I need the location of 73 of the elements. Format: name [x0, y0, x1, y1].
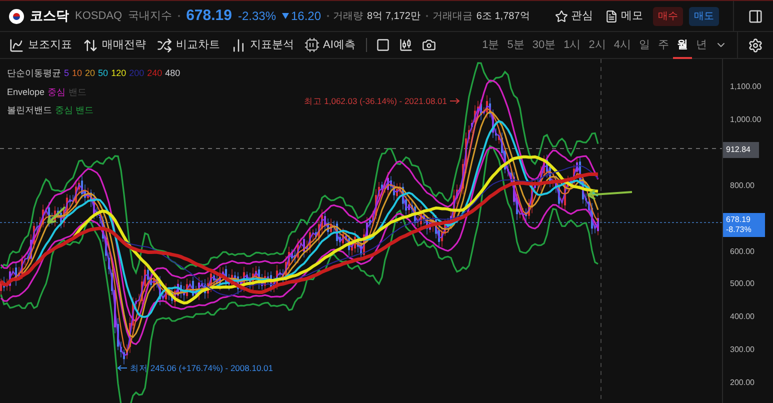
- axis-label: 400.00: [730, 311, 754, 324]
- legend-item: 240: [147, 67, 162, 80]
- star-icon: [555, 10, 568, 22]
- interval-tab[interactable]: 2시: [584, 32, 610, 58]
- toolbar-button[interactable]: 매매전략: [83, 36, 146, 54]
- legend-title: Envelope: [7, 86, 45, 99]
- interval-tab[interactable]: 1분: [478, 32, 504, 58]
- interval-tab[interactable]: 30분: [528, 32, 560, 58]
- toolbar-button[interactable]: 지표분석: [231, 36, 294, 54]
- watch-button[interactable]: 관심: [555, 8, 593, 24]
- legend-item: 200: [129, 67, 144, 80]
- legend-item: 중심: [48, 86, 66, 98]
- memo-icon: [605, 10, 618, 22]
- interval-tab[interactable]: 일: [635, 32, 654, 58]
- interval-tab[interactable]: 월: [673, 32, 692, 58]
- last-price: 678.19: [726, 215, 752, 225]
- settings-icon[interactable]: [748, 38, 763, 52]
- axis-label: 300.00: [730, 344, 754, 356]
- toolbar-button[interactable]: 비교차트: [157, 36, 220, 54]
- axis-label: 600.00: [730, 246, 754, 258]
- chip-icon: [305, 38, 319, 52]
- legend-item: 중심 밴드: [55, 104, 94, 117]
- legend-item: 480: [165, 67, 180, 80]
- pointer-arrow: [47, 206, 66, 224]
- axis-label: 800.00: [730, 180, 754, 192]
- side-panel-icon[interactable]: [748, 8, 763, 24]
- legend-item: 밴드: [68, 86, 87, 98]
- buy-button[interactable]: 매수: [653, 6, 683, 26]
- crossing-arrows-icon: [157, 38, 172, 52]
- interval-tab[interactable]: 주: [654, 32, 673, 58]
- index-code: KOSDAQ: [75, 8, 122, 24]
- low-annotation: 최저 245.06 (+176.74%) - 2008.10.01: [130, 362, 273, 375]
- pointer-arrow: [587, 189, 633, 200]
- legend-item: 50: [98, 67, 108, 80]
- legend-item: 5: [64, 67, 70, 80]
- axis-label: 500.00: [730, 278, 754, 290]
- change-percent: -2.33%: [238, 8, 276, 25]
- camera-icon[interactable]: [422, 38, 436, 52]
- stat-value: 6조 1,787억: [476, 10, 530, 24]
- toolbar-button[interactable]: AI예측: [305, 36, 356, 54]
- right-arrow-icon: [450, 98, 460, 104]
- toolbar-button[interactable]: 보조지표: [9, 36, 72, 54]
- axis-label: 1,100.00: [730, 81, 762, 93]
- market-label: 국내지수: [128, 8, 172, 24]
- price: 678.19: [186, 6, 232, 26]
- last-change: -8.73%: [726, 225, 752, 235]
- interval-tab[interactable]: 4시: [610, 32, 635, 58]
- legend-item: 20: [85, 67, 96, 80]
- down-triangle-icon: [282, 13, 289, 19]
- interval-tab[interactable]: 5분: [503, 32, 528, 58]
- change-value: 16.20: [291, 8, 322, 25]
- high-annotation: 최고 1,062.03 (-36.14%) - 2021.08.01: [304, 95, 447, 108]
- interval-tab[interactable]: 1시: [560, 32, 585, 58]
- stat-label: 거래량: [333, 10, 364, 24]
- sell-button[interactable]: 매도: [689, 6, 719, 26]
- square-icon[interactable]: [376, 38, 390, 52]
- stat-value: 8억 7,172만: [367, 10, 420, 24]
- legend-title: 볼린저밴드: [7, 104, 52, 117]
- marker-price-tag: 912.84: [723, 142, 759, 158]
- interval-tab[interactable]: 년: [692, 32, 711, 58]
- line-chart-icon: [9, 38, 24, 52]
- flag-icon: [9, 8, 24, 24]
- up-down-arrows-icon: [83, 38, 98, 52]
- legend-item: 10: [72, 67, 82, 80]
- candlestick-icon[interactable]: [399, 38, 414, 52]
- left-arrow-icon: [117, 365, 127, 372]
- stat-label: 거래대금: [432, 10, 472, 24]
- index-name: 코스닥: [30, 7, 69, 26]
- legend-title: 단순이동평균: [7, 67, 61, 80]
- legend-item: 120: [111, 67, 126, 80]
- axis-label: 200.00: [730, 377, 754, 390]
- memo-button[interactable]: 메모: [605, 8, 643, 24]
- axis-label: 1,000.00: [730, 114, 762, 126]
